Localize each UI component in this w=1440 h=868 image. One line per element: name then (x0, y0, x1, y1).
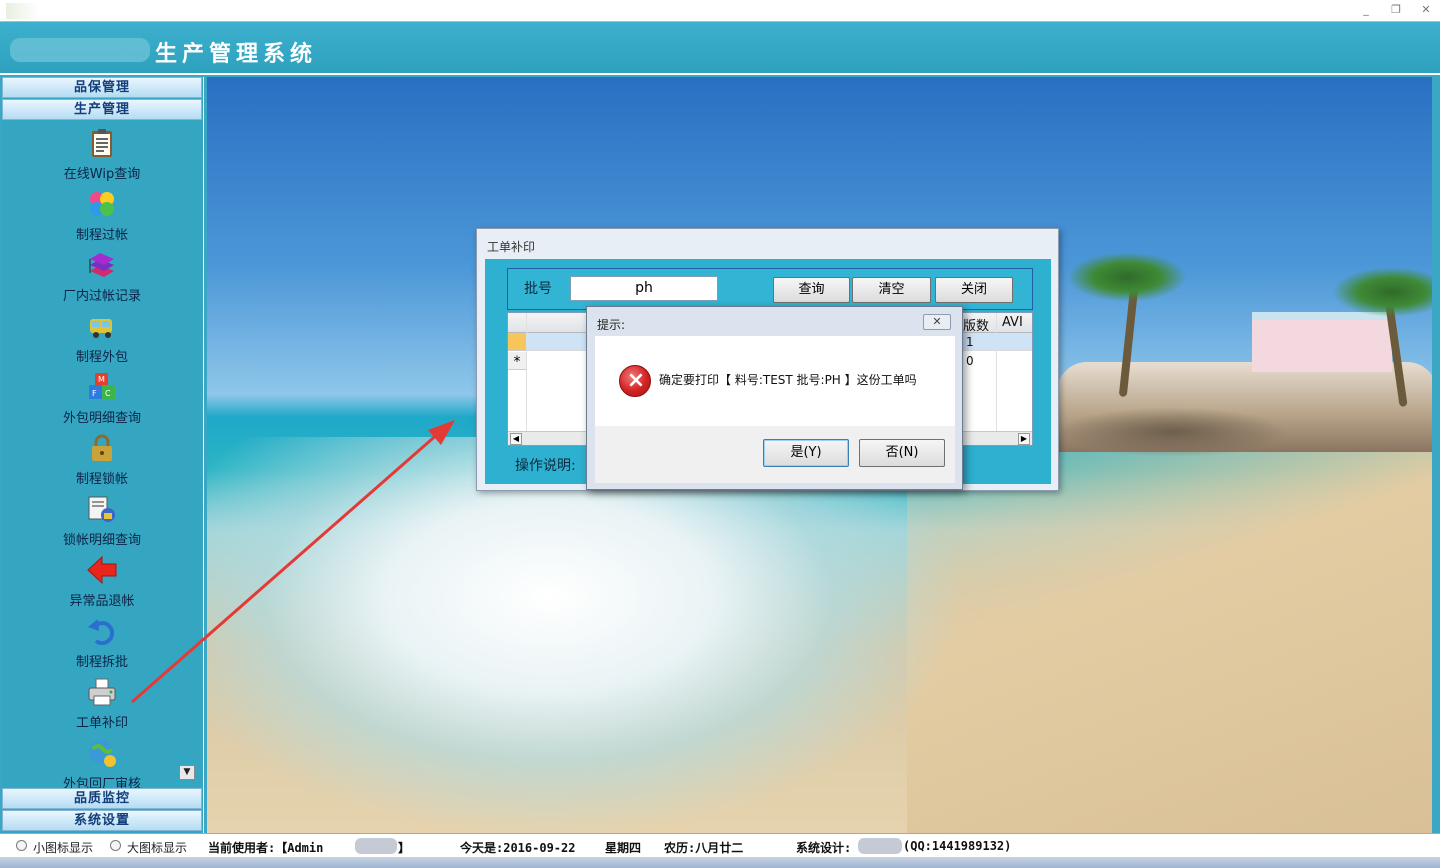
minimize-button[interactable]: _ (1353, 2, 1379, 18)
nav-item-defect-reversal[interactable]: 异常品退帐 (2, 554, 202, 612)
yes-button[interactable]: 是(Y) (763, 439, 849, 467)
nav-item-label: 厂内过帐记录 (62, 289, 141, 304)
wallpaper-rocks (1057, 407, 1287, 457)
nav-item-process-lock[interactable]: 制程锁帐 (2, 432, 202, 490)
new-row-marker: * (508, 352, 526, 370)
nav-item-label: 制程拆批 (75, 655, 128, 670)
os-taskbar (0, 857, 1440, 868)
nav-item-lock-detail-query[interactable]: 锁帐明细查询 (2, 493, 202, 551)
globe-check-icon (89, 740, 116, 767)
wallpaper-wave (207, 437, 967, 833)
scroll-left-button[interactable]: ◀ (510, 433, 522, 445)
error-icon: × (619, 365, 651, 397)
nav-item-process-split[interactable]: 制程拆批 (2, 615, 202, 673)
undo-icon (88, 619, 115, 646)
weekday: 星期四 (605, 841, 642, 855)
nav-item-label: 工单补印 (75, 716, 128, 731)
padlock-icon (92, 434, 112, 461)
current-user-close: 】 (398, 841, 411, 855)
nav-item-outsourcing-detail-query[interactable]: M F C 外包明细查询 (2, 371, 202, 429)
clipboard-icon (92, 129, 112, 157)
grid-divider (526, 313, 527, 431)
small-icon-label: 小图标显示 (33, 841, 94, 855)
svg-text:C: C (105, 389, 111, 398)
window-titlebar: _ ❐ ✕ (0, 0, 1440, 22)
clear-button[interactable]: 清空 (852, 277, 931, 303)
nav-section-production[interactable]: 生产管理 (2, 99, 202, 120)
svg-text:F: F (92, 389, 97, 398)
close-window-button[interactable]: ✕ (1413, 2, 1439, 18)
batch-input[interactable]: ph (570, 276, 718, 301)
lock-detail-icon (88, 496, 115, 522)
sidebar-scroll-down-button[interactable]: ▼ (179, 765, 195, 780)
confirm-message: 确定要打印【 料号:TEST 批号:PH 】这份工单吗 (659, 373, 917, 387)
grid-cell-version[interactable]: 0 (966, 354, 974, 368)
designer-qq: (QQ:1441989132) (903, 839, 1012, 853)
large-icon-radio[interactable] (110, 840, 121, 851)
large-icon-label: 大图标显示 (127, 841, 188, 855)
colorful-clover-icon (90, 192, 114, 216)
dialog-title: 工单补印 (487, 240, 536, 254)
books-icon (89, 253, 114, 277)
no-button[interactable]: 否(N) (859, 439, 945, 467)
nav-item-outsourcing-return-review[interactable]: 外包回厂审核 (2, 737, 202, 788)
wallpaper-palm-frond (1332, 267, 1432, 317)
nav-item-factory-posting-records[interactable]: 厂内过帐记录 (2, 249, 202, 307)
nav-item-list: 在线Wip查询 制程过帐 厂内过帐记录 制程外包 M F C 外包明细查询 制程… (2, 123, 202, 788)
redacted-user (355, 838, 397, 854)
app-header: 生产管理系统 (0, 22, 1440, 75)
confirm-dialog: 提示: ✕ × 确定要打印【 料号:TEST 批号:PH 】这份工单吗 是(Y)… (586, 306, 963, 490)
row-selector[interactable] (508, 333, 526, 351)
nav-item-label: 外包回厂审核 (62, 777, 141, 788)
close-dialog-button[interactable]: 关闭 (935, 277, 1013, 303)
nav-item-label: 外包明细查询 (62, 411, 141, 426)
confirm-dialog-title: 提示: (597, 318, 626, 332)
confirm-close-button[interactable]: ✕ (923, 314, 951, 330)
nav-bottom-sections: 品质监控 系统设置 (2, 788, 202, 832)
grid-divider (996, 313, 997, 431)
operation-description-label: 操作说明: (515, 458, 576, 474)
scroll-right-button[interactable]: ▶ (1018, 433, 1030, 445)
wallpaper-palm-frond (1067, 252, 1187, 302)
svg-text:M: M (98, 375, 105, 384)
grid-cell-version[interactable]: 1 (966, 335, 974, 349)
confirm-content: × 确定要打印【 料号:TEST 批号:PH 】这份工单吗 (595, 336, 955, 426)
nav-item-label: 锁帐明细查询 (62, 533, 141, 548)
designer-label: 系统设计: (796, 841, 852, 855)
today-date: 今天是:2016-09-22 (460, 841, 576, 855)
nav-item-process-posting[interactable]: 制程过帐 (2, 188, 202, 246)
red-arrow-left-icon (87, 555, 117, 585)
nav-item-label: 在线Wip查询 (63, 167, 141, 182)
wallpaper-house (1252, 312, 1392, 372)
nav-item-workorder-reprint[interactable]: 工单补印 (2, 676, 202, 734)
blocks-icon: M F C (89, 373, 115, 399)
current-user: 当前使用者:【Admin (208, 841, 324, 855)
status-bar: 小图标显示 大图标显示 当前使用者:【Admin 】 今天是:2016-09-2… (0, 833, 1440, 857)
nav-item-online-wip-query[interactable]: 在线Wip查询 (2, 127, 202, 185)
restore-button[interactable]: ❐ (1383, 2, 1409, 18)
nav-item-process-outsourcing[interactable]: 制程外包 (2, 310, 202, 368)
redacted-logo (10, 38, 150, 62)
redacted-designer (858, 838, 902, 854)
nav-section-quality-assurance[interactable]: 品保管理 (2, 77, 202, 98)
nav-item-label: 制程过帐 (75, 228, 128, 243)
lunar-date: 农历:八月廿二 (664, 841, 744, 855)
window-app-icon (6, 3, 40, 19)
nav-section-system-settings[interactable]: 系统设置 (2, 810, 202, 831)
printer-icon (88, 678, 116, 706)
grid-column-version[interactable]: 版数 (963, 315, 989, 334)
batch-label: 批号 (524, 281, 552, 297)
small-icon-radio[interactable] (16, 840, 27, 851)
truck-icon (90, 319, 112, 338)
query-button[interactable]: 查询 (773, 277, 850, 303)
nav-item-label: 制程锁帐 (75, 472, 128, 487)
app-title: 生产管理系统 (155, 41, 318, 67)
nav-section-quality-monitor[interactable]: 品质监控 (2, 788, 202, 809)
nav-item-label: 制程外包 (75, 350, 128, 365)
nav-item-label: 异常品退帐 (69, 594, 135, 609)
sidebar: 品保管理 生产管理 在线Wip查询 制程过帐 厂内过帐记录 制程外包 M F C… (2, 77, 204, 833)
query-bar: 批号 ph 查询 清空 关闭 (507, 268, 1033, 310)
